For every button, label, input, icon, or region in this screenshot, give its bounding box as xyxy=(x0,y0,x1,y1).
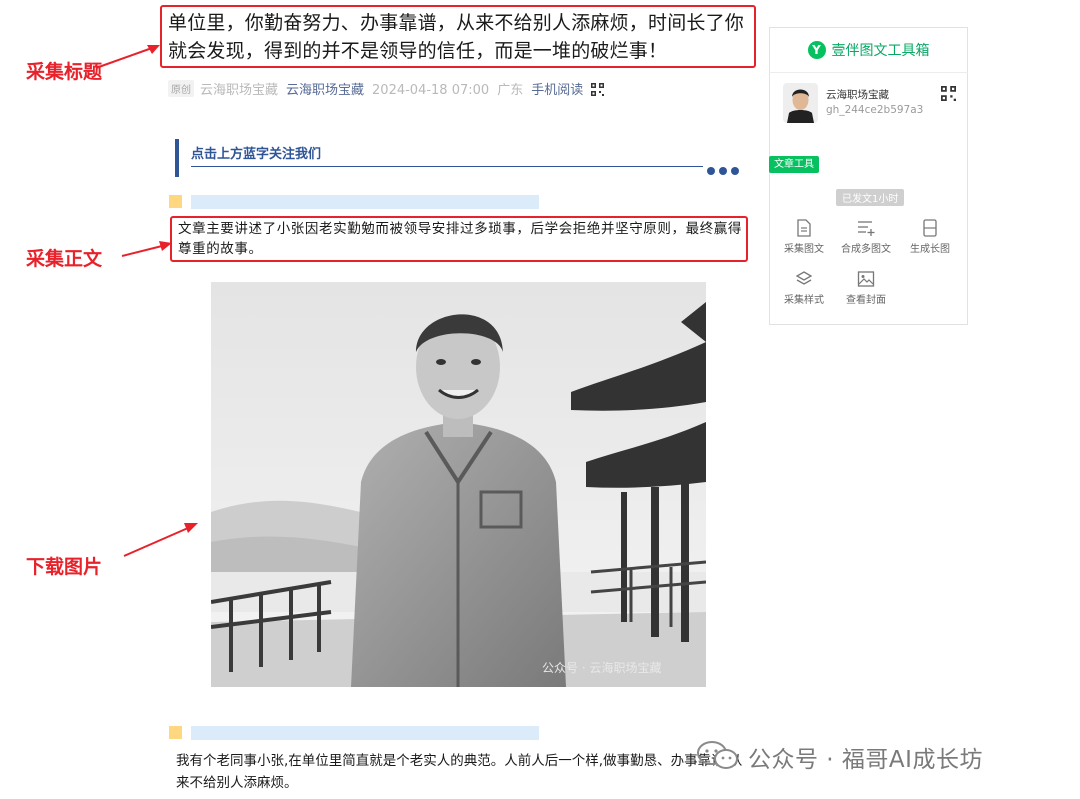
account-name: 云海职场宝藏 xyxy=(826,89,889,101)
tool-collect-article[interactable]: 采集图文 xyxy=(774,219,834,255)
account-avatar[interactable] xyxy=(783,83,818,123)
long-image-icon xyxy=(923,219,937,237)
section-bar xyxy=(191,726,539,740)
tool-view-cover[interactable]: 查看封面 xyxy=(836,270,896,306)
published-time-badge: 已发文1小时 xyxy=(836,189,905,206)
annotation-title-label: 采集标题 xyxy=(26,61,103,83)
footer-watermark: 公众号 · 福哥AI成长坊 xyxy=(748,747,983,773)
article-tools-tag: 文章工具 xyxy=(769,156,819,173)
tool-long-image[interactable]: 生成长图 xyxy=(900,219,960,255)
image-watermark: 公众号 · 云海职场宝藏 xyxy=(542,661,662,675)
wechat-icon xyxy=(697,741,738,769)
publish-datetime: 2024-04-18 07:00 xyxy=(372,83,490,98)
section-bar xyxy=(191,195,539,209)
section-marker xyxy=(169,195,182,208)
toolbox-brand: 壹伴图文工具箱 xyxy=(831,42,930,59)
image-icon xyxy=(857,271,875,287)
annotation-body-label: 采集正文 xyxy=(26,248,103,270)
follow-accent-bar xyxy=(175,139,179,177)
section-marker xyxy=(169,726,182,739)
article-illustration[interactable] xyxy=(211,282,706,687)
article-summary: 文章主要讲述了小张因老实勤勉而被领导安排过多琐事，后学会拒绝并坚守原则，最终赢得… xyxy=(178,221,742,257)
list-add-icon xyxy=(858,221,875,236)
mobile-read-link[interactable]: 手机阅读 xyxy=(531,83,583,98)
follow-divider xyxy=(191,166,703,167)
follow-banner-text: 点击上方蓝字关注我们 xyxy=(191,147,322,162)
toolbox-header[interactable]: Y 壹伴图文工具箱 xyxy=(769,27,968,73)
man-by-pavilion-image xyxy=(211,282,706,687)
article-body-paragraph: 我有个老同事小张,在单位里简直就是个老实人的典范。人前人后一个样,做事勤恳、办事… xyxy=(176,753,743,791)
yiban-logo-icon: Y xyxy=(807,40,826,59)
tool-collect-style[interactable]: 采集样式 xyxy=(774,270,834,306)
follow-dots xyxy=(707,160,743,179)
author-name: 云海职场宝藏 xyxy=(200,83,279,98)
original-tag: 原创 xyxy=(168,80,194,97)
doc-icon xyxy=(797,219,811,237)
layers-icon xyxy=(795,271,813,285)
tool-label: 合成多图文 xyxy=(841,244,891,255)
publish-location: 广东 xyxy=(497,83,524,98)
tool-label: 采集样式 xyxy=(784,295,824,306)
account-id: gh_244ce2b597a3 xyxy=(826,104,924,116)
account-link[interactable]: 云海职场宝藏 xyxy=(286,83,364,98)
annotation-body-arrow xyxy=(121,241,172,257)
tool-merge-articles[interactable]: 合成多图文 xyxy=(836,219,896,255)
tool-label: 采集图文 xyxy=(784,244,824,255)
annotation-title-arrow xyxy=(95,45,160,69)
annotation-image-label: 下载图片 xyxy=(26,556,103,578)
qr-code-icon[interactable] xyxy=(591,83,605,96)
tool-label: 生成长图 xyxy=(910,244,950,255)
tool-label: 查看封面 xyxy=(846,295,886,306)
account-qr-code-icon[interactable] xyxy=(941,86,956,101)
article-title: 单位里，你勤奋努力、办事靠谱，从来不给别人添麻烦，时间长了你就会发现，得到的并不… xyxy=(168,12,745,62)
article-meta: 原创 云海职场宝藏 云海职场宝藏 2024-04-18 07:00 广东 手机阅读 xyxy=(168,79,605,98)
annotation-image-arrow xyxy=(123,523,198,557)
